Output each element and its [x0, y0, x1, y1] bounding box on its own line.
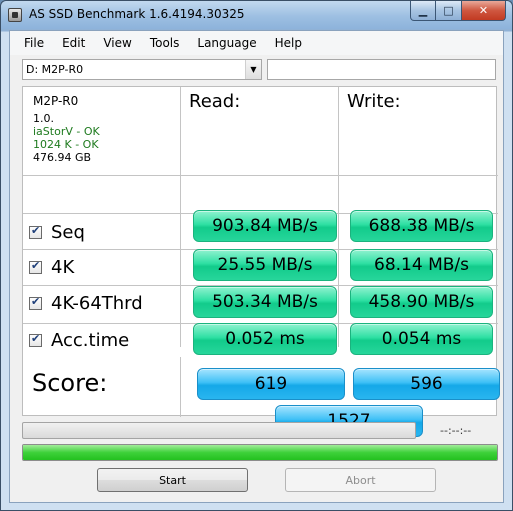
4k-64thrd-checkbox[interactable]	[29, 295, 42, 310]
grid-divider	[23, 175, 498, 176]
alignment-status: 1024 K - OK	[33, 138, 99, 151]
close-button[interactable]: ✕	[462, 1, 506, 21]
grid-divider	[338, 87, 339, 347]
minimize-icon: ▁	[418, 4, 428, 17]
drive-name: M2P-R0	[33, 94, 79, 108]
app-window: AS SSD Benchmark 1.6.4194.30325 ▁ □ ✕ Fi…	[0, 0, 513, 511]
menu-tools[interactable]: Tools	[141, 31, 189, 55]
grid-divider	[180, 87, 181, 347]
read-column-header: Read:	[189, 91, 241, 112]
test-row-seq[interactable]: Seq	[29, 215, 85, 249]
title-bar[interactable]: AS SSD Benchmark 1.6.4194.30325 ▁ □ ✕	[1, 1, 512, 29]
test-label: 4K-64Thrd	[51, 292, 143, 314]
menu-file[interactable]: File	[10, 31, 53, 55]
client-area: File Edit View Tools Language Help D: M2…	[9, 30, 504, 503]
4k-read-result: 25.55 MB/s	[193, 249, 337, 281]
4k-write-result: 68.14 MB/s	[350, 249, 493, 281]
4k-checkbox[interactable]	[29, 259, 42, 274]
results-grid: M2P-R0 1.0. iaStorV - OK 1024 K - OK 476…	[22, 86, 500, 437]
drive-version: 1.0.	[33, 112, 54, 125]
acc-time-checkbox[interactable]	[29, 332, 42, 347]
score-write: 596	[353, 368, 500, 400]
overall-progress-bar	[22, 444, 498, 461]
chevron-down-icon[interactable]: ▼	[245, 60, 261, 79]
4k-64thrd-write-result: 458.90 MB/s	[350, 286, 493, 318]
minimize-button[interactable]: ▁	[410, 1, 436, 21]
maximize-icon: □	[443, 4, 454, 17]
maximize-button[interactable]: □	[436, 1, 462, 21]
close-icon: ✕	[478, 4, 489, 17]
test-label: Seq	[51, 221, 85, 243]
menu-help[interactable]: Help	[266, 31, 311, 55]
seq-checkbox[interactable]	[29, 224, 42, 239]
drive-app-icon	[8, 8, 22, 22]
seq-write-result: 688.38 MB/s	[350, 210, 493, 242]
score-read: 619	[197, 368, 345, 400]
abort-button[interactable]: Abort	[285, 468, 436, 492]
drive-info: M2P-R0 1.0. iaStorV - OK 1024 K - OK 476…	[33, 94, 100, 165]
seq-read-result: 903.84 MB/s	[193, 210, 337, 242]
menu-language[interactable]: Language	[188, 31, 265, 55]
window-title: AS SSD Benchmark 1.6.4194.30325	[29, 7, 245, 21]
menu-bar: File Edit View Tools Language Help	[10, 31, 503, 55]
window-controls: ▁ □ ✕	[410, 1, 506, 21]
acc-time-write-result: 0.054 ms	[350, 323, 493, 355]
start-button[interactable]: Start	[97, 468, 248, 492]
test-progress-bar	[22, 422, 416, 439]
drive-select-value: D: M2P-R0	[26, 63, 84, 76]
drive-info-field[interactable]	[267, 59, 496, 80]
test-label: Acc.time	[51, 329, 130, 351]
grid-divider	[180, 357, 181, 417]
test-row-4k[interactable]: 4K	[29, 250, 74, 284]
acc-time-read-result: 0.052 ms	[193, 323, 337, 355]
driver-status: iaStorV - OK	[33, 125, 100, 138]
menu-edit[interactable]: Edit	[53, 31, 94, 55]
drive-select[interactable]: D: M2P-R0 ▼	[22, 59, 262, 80]
test-row-acc-time[interactable]: Acc.time	[29, 323, 129, 357]
test-label: 4K	[51, 256, 75, 278]
test-row-4k-64thrd[interactable]: 4K-64Thrd	[29, 286, 143, 320]
elapsed-time: --:--:--	[440, 424, 472, 437]
menu-view[interactable]: View	[94, 31, 140, 55]
overall-progress-fill	[23, 445, 497, 460]
4k-64thrd-read-result: 503.34 MB/s	[193, 286, 337, 318]
score-label: Score:	[32, 369, 108, 397]
drive-size: 476.94 GB	[33, 151, 92, 164]
write-column-header: Write:	[347, 91, 401, 112]
